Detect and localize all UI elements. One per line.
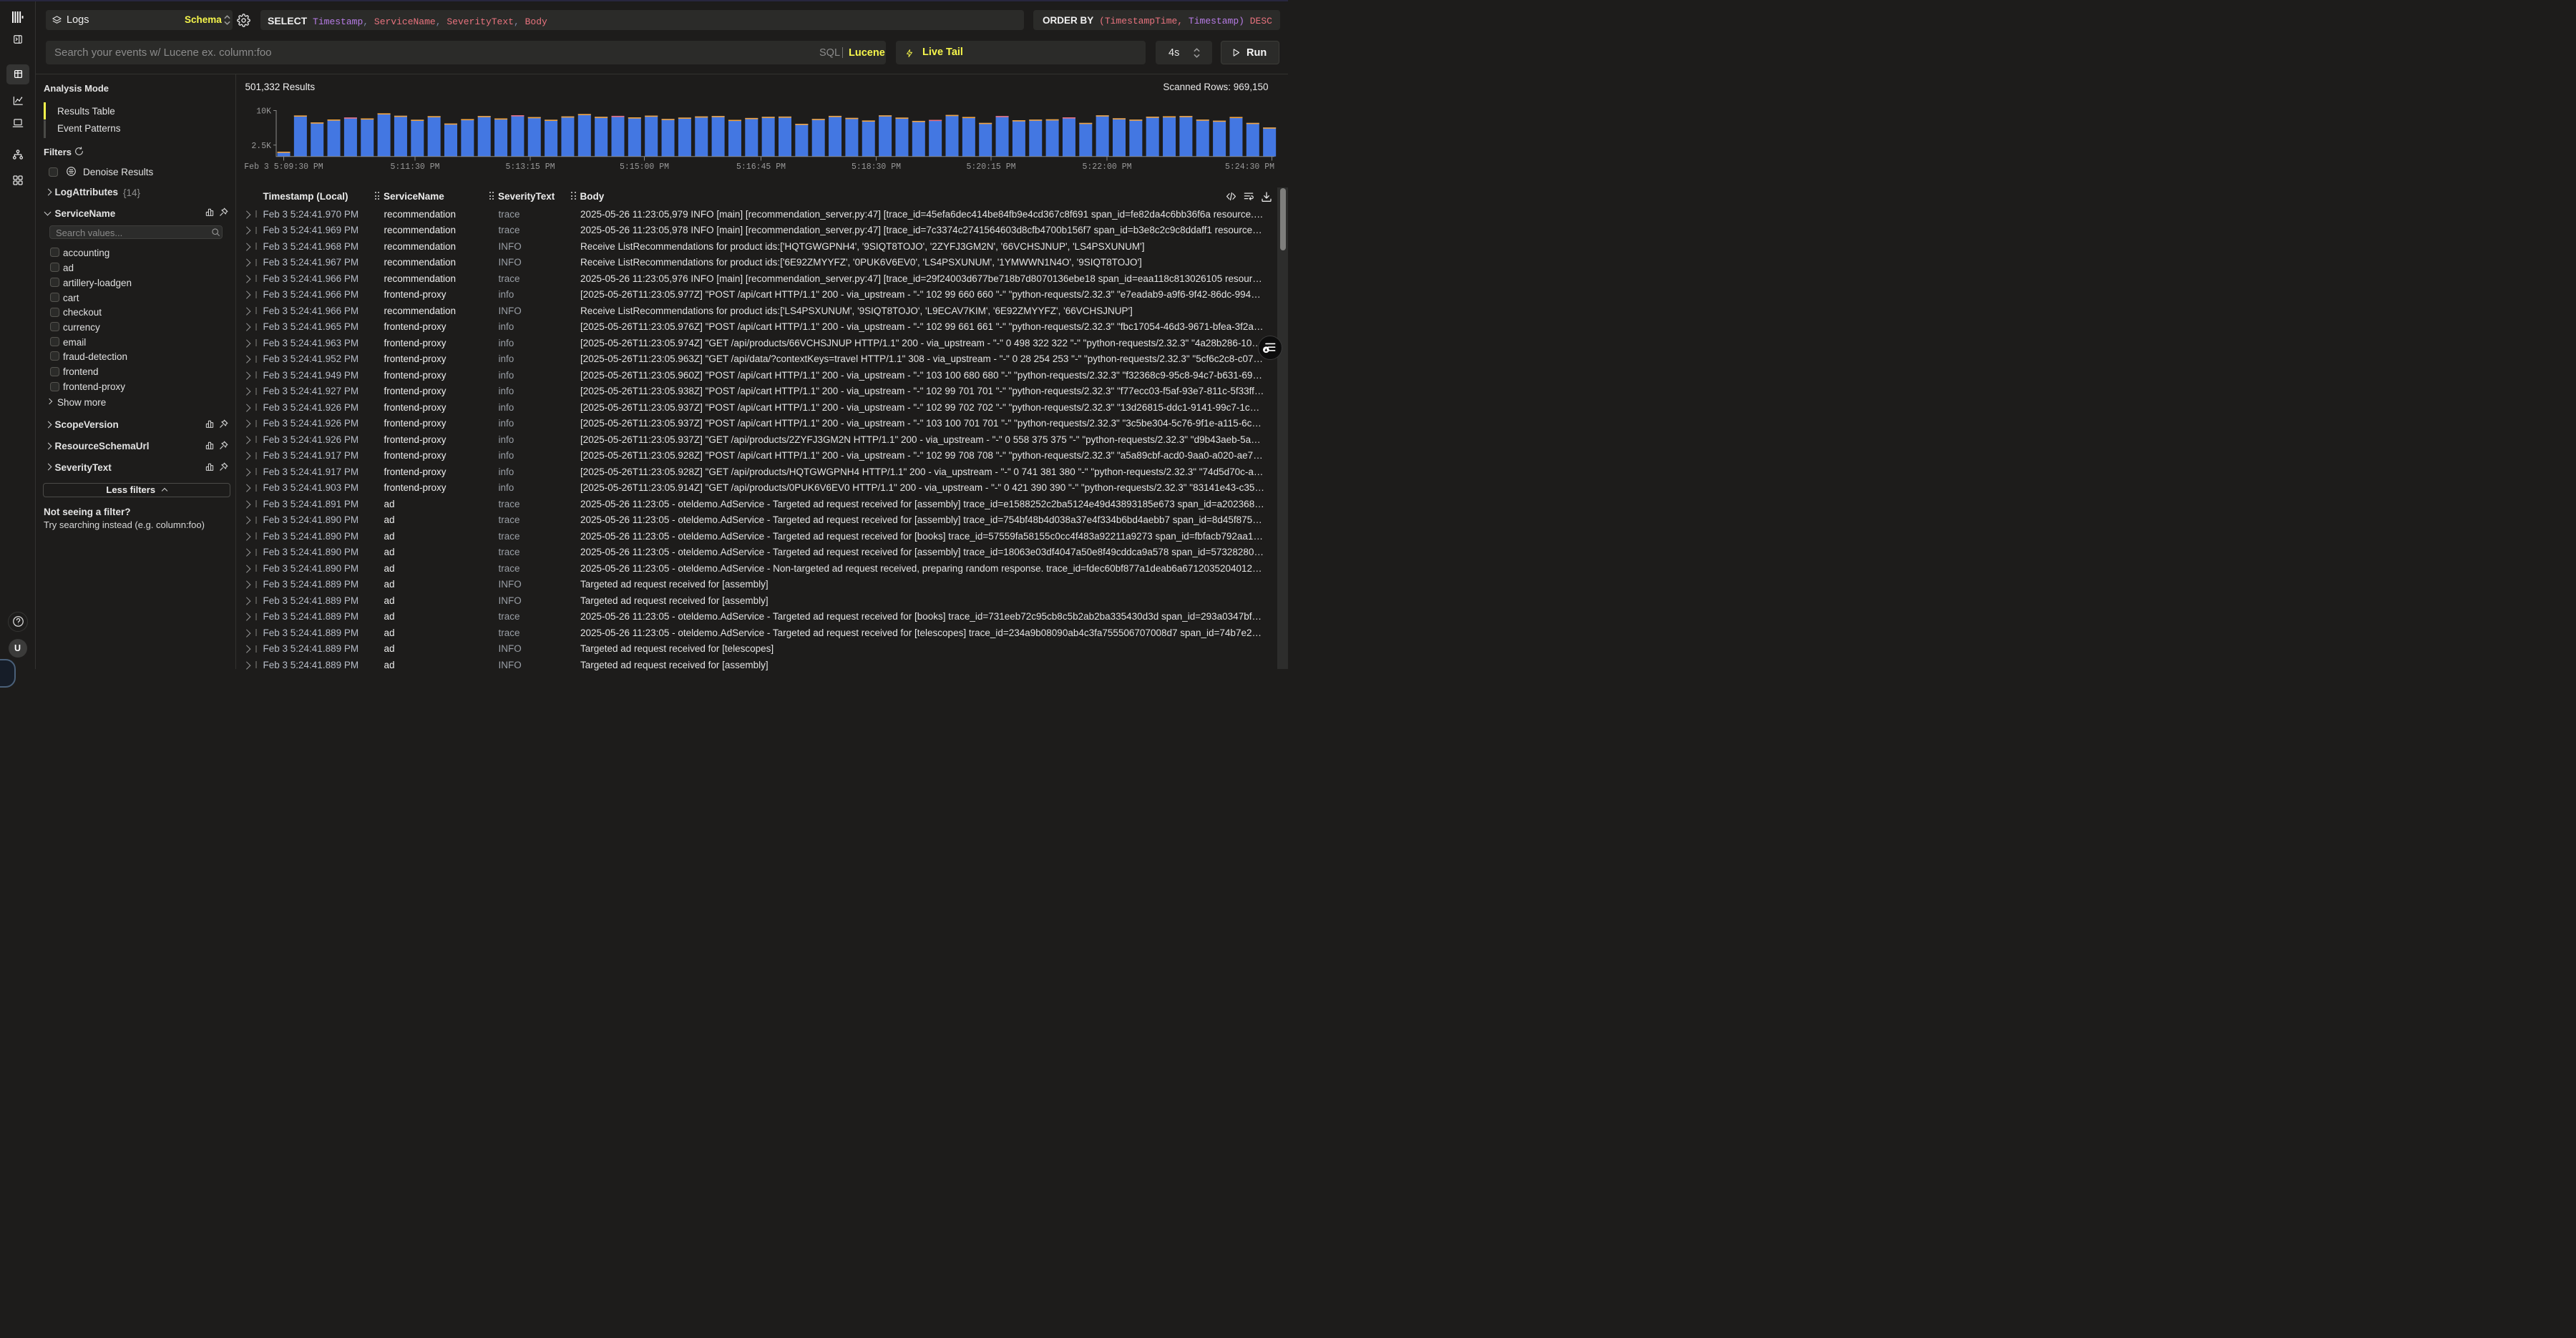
svg-text:5:15:00 PM: 5:15:00 PM	[620, 162, 669, 172]
svg-text:5:13:15 PM: 5:13:15 PM	[505, 162, 555, 172]
svg-text:5:20:15 PM: 5:20:15 PM	[966, 162, 1015, 172]
svg-text:5:18:30 PM: 5:18:30 PM	[852, 162, 901, 172]
svg-text:5:22:00 PM: 5:22:00 PM	[1082, 162, 1131, 172]
svg-text:5:24:30 PM: 5:24:30 PM	[1225, 162, 1274, 172]
svg-text:10K: 10K	[256, 107, 271, 117]
svg-text:2.5K: 2.5K	[251, 142, 271, 151]
svg-text:5:16:45 PM: 5:16:45 PM	[736, 162, 786, 172]
svg-text:Feb 3 5:09:30 PM: Feb 3 5:09:30 PM	[244, 162, 323, 172]
svg-text:5:11:30 PM: 5:11:30 PM	[390, 162, 439, 172]
